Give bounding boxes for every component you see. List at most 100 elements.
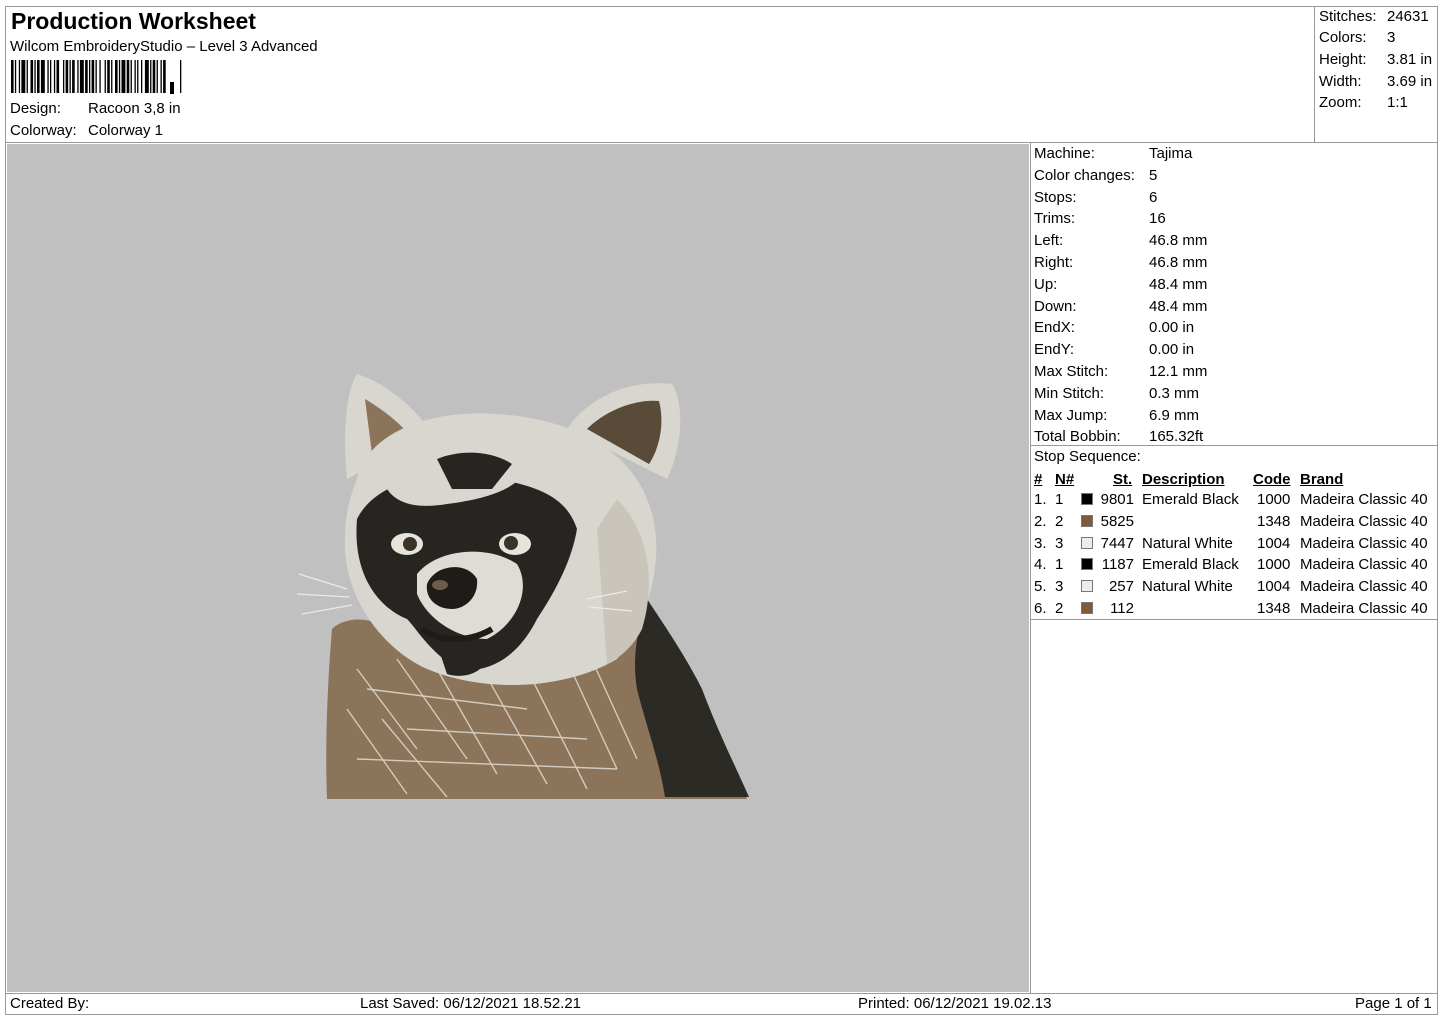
row-number: 5. (1034, 578, 1047, 596)
row-stitches: 1187 (1101, 556, 1134, 574)
row-number: 1. (1034, 491, 1047, 508)
machine-info-value: 0.00 in (1149, 319, 1195, 337)
row-stitches: 112 (1110, 600, 1134, 617)
software-name: Wilcom EmbroideryStudio – Level 3 Advanc… (10, 38, 318, 55)
col-header-stitches: St. (1113, 471, 1133, 488)
row-needle: 2 (1055, 512, 1064, 530)
barcode-bar (91, 60, 95, 93)
stat-label: Width: (1319, 73, 1362, 90)
barcode-bar (69, 60, 71, 93)
stat-label: Colors: (1319, 29, 1367, 46)
row-code: 1348 (1257, 600, 1291, 617)
stats-divider (1314, 6, 1315, 142)
barcode-bar (137, 60, 139, 93)
color-swatch (1081, 514, 1093, 527)
footer-created-by: Created By: (10, 995, 90, 1012)
col-header-n-num: N# (1055, 471, 1075, 488)
header-divider (5, 142, 1438, 143)
barcode-bar (50, 60, 52, 93)
machine-info-value: 5 (1149, 166, 1158, 184)
machine-info-label: Left: (1034, 232, 1064, 250)
barcode-bar (40, 60, 45, 93)
stat-value: 3.69 in (1387, 73, 1433, 90)
row-number: 3. (1034, 534, 1047, 552)
machine-info-label: Trims: (1034, 210, 1076, 228)
row-description: Emerald Black (1142, 556, 1239, 574)
machine-info-value: 12.1 mm (1149, 363, 1208, 380)
design-label: Design: (10, 100, 61, 117)
color-swatch (1081, 493, 1093, 505)
color-swatch (1081, 602, 1093, 614)
barcode-bar (56, 60, 60, 93)
stat-value: 3 (1387, 29, 1396, 46)
col-header-code: Code (1253, 471, 1291, 488)
machine-info-label: Stops: (1034, 188, 1077, 206)
barcode-bar (115, 60, 118, 93)
stop-sequence-title: Stop Sequence: (1034, 448, 1141, 465)
machine-info-label: Right: (1034, 254, 1074, 271)
row-number: 4. (1034, 556, 1047, 574)
machine-info-value: 6 (1149, 188, 1158, 206)
stat-label: Height: (1319, 51, 1367, 68)
machine-info-label: Min Stitch: (1034, 384, 1105, 402)
barcode-bar (150, 60, 152, 93)
machine-info-label: EndX: (1034, 319, 1075, 337)
machine-info-label: Total Bobbin: (1034, 428, 1121, 446)
row-description: Emerald Black (1142, 491, 1239, 508)
barcode-bar (95, 60, 97, 93)
col-header-num: # (1034, 471, 1043, 488)
barcode-bar (79, 60, 84, 93)
row-stitches: 257 (1108, 578, 1134, 596)
stat-label: Stitches: (1319, 8, 1377, 25)
row-stitches: 7447 (1100, 534, 1134, 552)
barcode-bar (30, 60, 34, 93)
color-swatch (1081, 558, 1093, 571)
machine-info-label: Max Jump: (1034, 406, 1108, 424)
machine-info-value: 46.8 mm (1149, 232, 1208, 250)
col-header-brand: Brand (1300, 471, 1344, 488)
barcode-bar (89, 60, 91, 93)
col-header-description: Description (1142, 471, 1225, 488)
barcode-bar (11, 60, 14, 93)
raccoon-embroidery-image (296, 374, 749, 799)
barcode-bar (163, 60, 166, 93)
machine-info-value: 165.32ft (1149, 428, 1204, 446)
row-needle: 1 (1055, 556, 1064, 574)
machine-info-value: 6.9 mm (1149, 406, 1200, 424)
row-brand: Madeira Classic 40 (1300, 512, 1428, 530)
design-preview-canvas (7, 144, 1029, 992)
row-brand: Madeira Classic 40 (1300, 578, 1428, 596)
machine-info-value: 48.4 mm (1149, 275, 1208, 293)
barcode-bar (118, 60, 121, 93)
barcode-bar (180, 60, 182, 93)
design-row: Design: Racoon 3,8 in (10, 100, 181, 118)
row-description: Natural White (1142, 578, 1233, 596)
barcode-bar (156, 60, 158, 93)
stop-sequence-row: 5. 3 257 Natural White 1004 Madeira Classic 4… (1030, 576, 1438, 598)
stat-label: Zoom: (1319, 94, 1362, 111)
barcode-bar (130, 60, 132, 93)
barcode-bar (14, 60, 17, 93)
row-number: 6. (1034, 600, 1047, 617)
machine-info-label: Max Stitch: (1034, 363, 1109, 380)
footer-divider (5, 993, 1438, 994)
machine-info-value: 16 (1149, 210, 1166, 228)
row-number: 2. (1034, 512, 1047, 530)
row-brand: Madeira Classic 40 (1300, 491, 1428, 508)
row-code: 1348 (1257, 512, 1291, 530)
stat-value: 24631 (1387, 8, 1429, 25)
barcode-bar (85, 60, 88, 93)
footer-page-number: Page 1 of 1 (1355, 995, 1432, 1012)
machine-info-value: 0.00 in (1149, 341, 1195, 359)
barcode-bar (104, 60, 106, 93)
machine-info-value: 48.4 mm (1149, 297, 1208, 315)
row-stitches: 9801 (1100, 491, 1134, 508)
machine-info-label: EndY: (1034, 341, 1075, 359)
color-swatch (1081, 580, 1093, 593)
footer-last-saved: Last Saved: 06/12/2021 18.52.21 (360, 995, 582, 1012)
stop-sequence-row: 2. 2 5825 1348 Madeira Classic 40 (1030, 511, 1438, 533)
colorway-row: Colorway: Colorway 1 (10, 122, 163, 140)
barcode-bar (144, 60, 149, 93)
row-needle: 3 (1055, 578, 1064, 596)
barcode-bar (77, 60, 79, 93)
